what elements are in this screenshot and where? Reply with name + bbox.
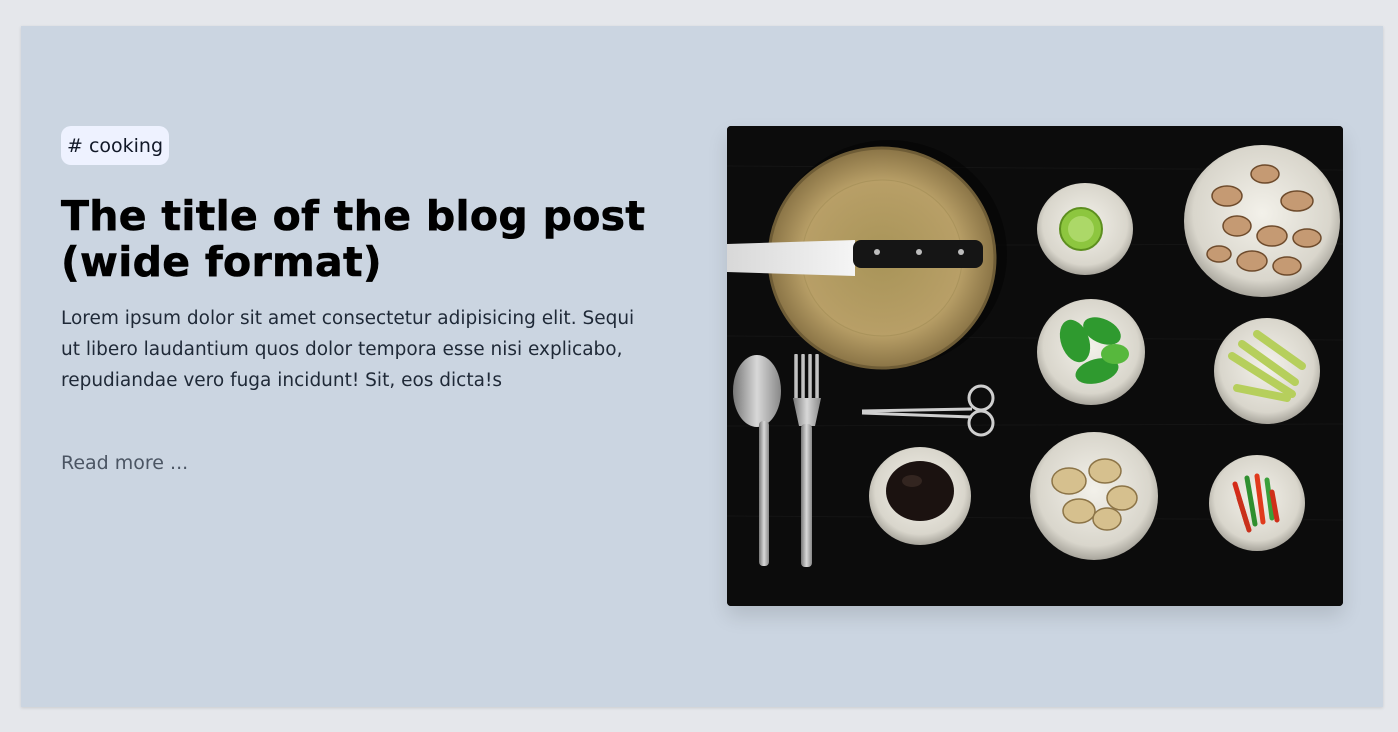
blog-post-card: # cooking The title of the blog post (wi… bbox=[21, 26, 1383, 707]
post-title[interactable]: The title of the blog post (wide format) bbox=[61, 192, 651, 286]
post-title-line-1: The title of the blog post bbox=[61, 192, 646, 240]
post-excerpt: Lorem ipsum dolor sit amet consectetur a… bbox=[61, 308, 635, 391]
tag-badge-cooking[interactable]: # cooking bbox=[61, 126, 170, 165]
cooking-flatlay-image bbox=[727, 126, 1343, 606]
post-title-line-2: (wide format) bbox=[61, 238, 382, 286]
post-image[interactable] bbox=[727, 126, 1343, 606]
read-more-link[interactable]: Read more ... bbox=[61, 451, 188, 475]
post-text-column: # cooking The title of the blog post (wi… bbox=[61, 126, 651, 475]
